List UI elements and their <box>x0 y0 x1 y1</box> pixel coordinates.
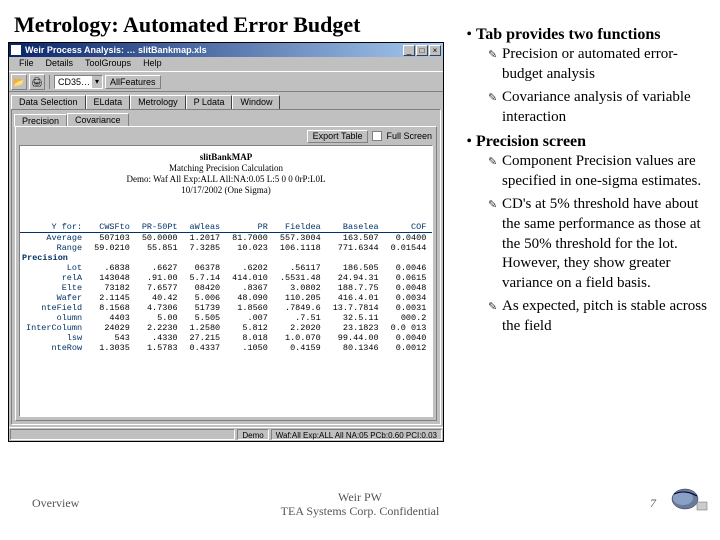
status-demo: Demo <box>237 429 268 440</box>
menu-file[interactable]: File <box>13 57 40 71</box>
precision-table: Y for:CWSFtoPR-50PtaWleasPRFieldeaBasele… <box>20 222 433 353</box>
minimize-button[interactable]: _ <box>403 45 415 56</box>
app-icon <box>11 45 21 55</box>
report-title: slitBankMAP <box>20 152 432 163</box>
footer-page: 7 <box>650 496 656 511</box>
menubar: File Details ToolGroups Help <box>9 57 443 71</box>
footer: Overview Weir PW TEA Systems Corp. Confi… <box>0 490 720 526</box>
bullet-2: Precision screen Component Precision val… <box>476 131 716 336</box>
titlebar: Weir Process Analysis: … slitBankmap.xls… <box>9 43 443 57</box>
bullet-1-2: Covariance analysis of variable interact… <box>488 88 716 128</box>
tab-pldata[interactable]: P Ldata <box>186 95 233 109</box>
separator <box>49 75 50 89</box>
report-panel: slitBankMAP Matching Precision Calculati… <box>19 145 433 417</box>
app-window: Weir Process Analysis: … slitBankmap.xls… <box>8 42 444 442</box>
bullet-2-3: As expected, pitch is stable across the … <box>488 297 716 337</box>
report-params: Demo: Waf All Exp:ALL All:NA:0.05 L:5 0 … <box>20 174 432 185</box>
status-right: Waf:All Exp:ALL All NA:05 PCb:0.60 PCI:0… <box>271 429 442 440</box>
statusbar: Demo Waf:All Exp:ALL All NA:05 PCb:0.60 … <box>9 427 443 441</box>
tabbar-outer: Data Selection ELdata Metrology P Ldata … <box>9 91 443 109</box>
menu-details[interactable]: Details <box>40 57 80 71</box>
inner-panel: Export Table Full Screen slitBankMAP Mat… <box>15 126 437 421</box>
tab-covariance[interactable]: Covariance <box>67 113 129 126</box>
close-button[interactable]: × <box>429 45 441 56</box>
menu-help[interactable]: Help <box>137 57 168 71</box>
bullet-1-1: Precision or automated error-budget anal… <box>488 45 716 85</box>
open-icon[interactable]: 📂 <box>11 74 27 90</box>
fullscreen-label: Full Screen <box>386 131 432 141</box>
window-title: Weir Process Analysis: … slitBankmap.xls <box>25 45 402 55</box>
bullet-2-2: CD's at 5% threshold have about the same… <box>488 195 716 294</box>
tab-eldata[interactable]: ELdata <box>86 95 131 109</box>
control-row: Export Table Full Screen <box>16 127 436 145</box>
bullet-1: Tab provides two functions Precision or … <box>476 24 716 127</box>
tab-data-selection[interactable]: Data Selection <box>11 95 86 109</box>
content-area: Precision Covariance Export Table Full S… <box>11 109 441 425</box>
report-header: slitBankMAP Matching Precision Calculati… <box>20 146 432 198</box>
print-icon[interactable]: 🖨 <box>29 74 45 90</box>
report-date: 10/17/2002 (One Sigma) <box>20 185 432 196</box>
maximize-button[interactable]: □ <box>416 45 428 56</box>
status-left <box>10 429 235 440</box>
report-subtitle: Matching Precision Calculation <box>20 163 432 174</box>
bullet-panel: Tab provides two functions Precision or … <box>458 24 716 341</box>
footer-center: Weir PW TEA Systems Corp. Confidential <box>0 490 720 518</box>
export-table-button[interactable]: Export Table <box>307 130 369 143</box>
menu-toolgroups[interactable]: ToolGroups <box>79 57 137 71</box>
tab-metrology[interactable]: Metrology <box>130 95 186 109</box>
allfeatures-button[interactable]: AllFeatures <box>105 75 161 89</box>
layer-combo[interactable]: CD35… <box>54 75 103 89</box>
bullet-2-1: Component Precision values are specified… <box>488 152 716 192</box>
toolbar: 📂 🖨 CD35… AllFeatures <box>9 71 443 91</box>
slide-title: Metrology: Automated Error Budget <box>14 12 360 38</box>
fullscreen-checkbox[interactable] <box>372 131 382 141</box>
tab-window[interactable]: Window <box>232 95 280 109</box>
inner-tabs: Precision Covariance <box>12 110 440 126</box>
logo-icon <box>668 484 710 512</box>
